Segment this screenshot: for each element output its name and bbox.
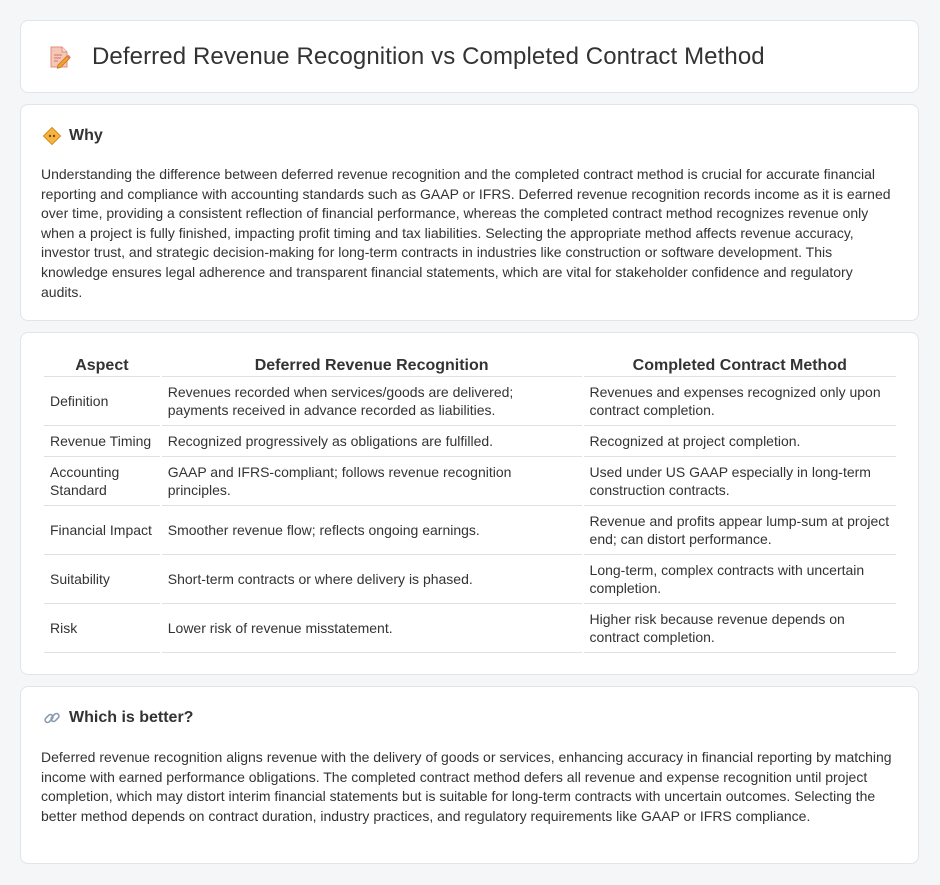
row-aspect: Definition (44, 377, 160, 426)
link-icon (44, 712, 60, 724)
table-row: Risk Lower risk of revenue misstatement.… (44, 604, 896, 653)
row-deferred: Smoother revenue flow; reflects ongoing … (161, 506, 582, 555)
better-body: Deferred revenue recognition aligns reve… (41, 749, 892, 824)
why-section: Why Understanding the difference between… (20, 104, 919, 321)
table-row: Definition Revenues recorded when servic… (44, 377, 896, 426)
table-row: Accounting Standard GAAP and IFRS-compli… (44, 457, 896, 506)
comparison-section: Aspect Deferred Revenue Recognition Comp… (20, 332, 919, 675)
row-aspect: Financial Impact (44, 506, 160, 555)
header-deferred: Deferred Revenue Recognition (161, 352, 582, 377)
row-deferred: Short-term contracts or where delivery i… (161, 555, 582, 604)
row-aspect: Accounting Standard (44, 457, 160, 506)
title-row: Deferred Revenue Recognition vs Complete… (46, 43, 765, 71)
diamond-icon (43, 127, 61, 145)
why-heading: Why (43, 127, 103, 145)
row-completed: Long-term, complex contracts with uncert… (583, 555, 896, 604)
row-aspect: Risk (44, 604, 160, 653)
header-aspect: Aspect (44, 352, 160, 377)
header-completed: Completed Contract Method (583, 352, 896, 377)
row-completed: Higher risk because revenue depends on c… (583, 604, 896, 653)
why-body: Understanding the difference between def… (41, 166, 891, 300)
table-header-row: Aspect Deferred Revenue Recognition Comp… (44, 352, 896, 377)
row-aspect: Revenue Timing (44, 426, 160, 457)
why-title: Why (69, 127, 103, 144)
table-row: Suitability Short-term contracts or wher… (44, 555, 896, 604)
title-card: Deferred Revenue Recognition vs Complete… (20, 20, 919, 93)
table-row: Financial Impact Smoother revenue flow; … (44, 506, 896, 555)
row-completed: Revenues and expenses recognized only up… (583, 377, 896, 426)
row-completed: Revenue and profits appear lump-sum at p… (583, 506, 896, 555)
better-section: Which is better? Deferred revenue recogn… (20, 686, 919, 864)
row-deferred: Lower risk of revenue misstatement. (161, 604, 582, 653)
document-pencil-icon (50, 46, 71, 69)
table-row: Revenue Timing Recognized progressively … (44, 426, 896, 457)
row-deferred: Recognized progressively as obligations … (161, 426, 582, 457)
row-aspect: Suitability (44, 555, 160, 604)
better-title: Which is better? (69, 709, 194, 726)
row-completed: Recognized at project completion. (583, 426, 896, 457)
page-title: Deferred Revenue Recognition vs Complete… (92, 43, 765, 70)
better-heading: Which is better? (43, 709, 193, 727)
row-completed: Used under US GAAP especially in long-te… (583, 457, 896, 506)
row-deferred: GAAP and IFRS-compliant; follows revenue… (161, 457, 582, 506)
row-deferred: Revenues recorded when services/goods ar… (161, 377, 582, 426)
comparison-table: Aspect Deferred Revenue Recognition Comp… (42, 352, 898, 653)
